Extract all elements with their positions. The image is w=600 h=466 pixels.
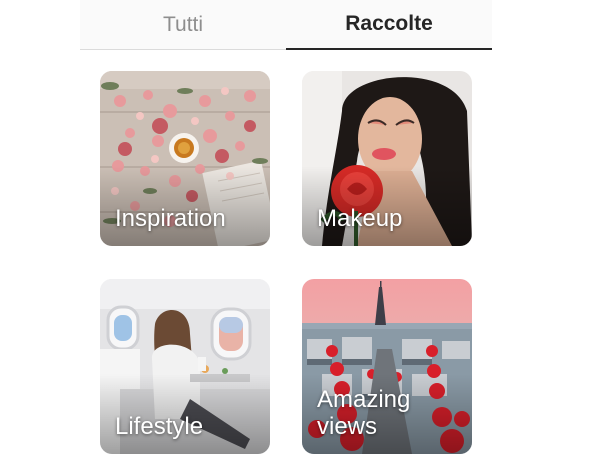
collection-title: Amazing views: [317, 386, 462, 440]
collection-tile-lifestyle[interactable]: Lifestyle: [100, 279, 270, 454]
tab-collections[interactable]: Raccolte: [286, 0, 492, 50]
collection-title-line: views: [317, 413, 378, 440]
tab-all[interactable]: Tutti: [80, 0, 286, 50]
collection-title: Inspiration: [115, 205, 260, 232]
collection-tile-amazing-views[interactable]: Amazing views: [302, 279, 472, 454]
tab-all-label: Tutti: [162, 12, 204, 36]
tab-collections-label: Raccolte: [345, 12, 433, 35]
collection-title-line: Lifestyle: [115, 413, 204, 440]
collection-tile-inspiration[interactable]: Inspiration: [100, 71, 270, 246]
collection-title-line: Makeup: [317, 205, 403, 232]
collection-title-line: Amazing: [317, 386, 411, 413]
collection-title: Lifestyle: [115, 413, 260, 440]
collection-title: Makeup: [317, 205, 462, 232]
tab-bar: Tutti Raccolte: [80, 0, 492, 50]
collections-page: Tutti Raccolte Inspiration Makeup Lifest…: [0, 0, 600, 466]
collection-title-line: Inspiration: [115, 205, 226, 232]
collection-tile-makeup[interactable]: Makeup: [302, 71, 472, 246]
